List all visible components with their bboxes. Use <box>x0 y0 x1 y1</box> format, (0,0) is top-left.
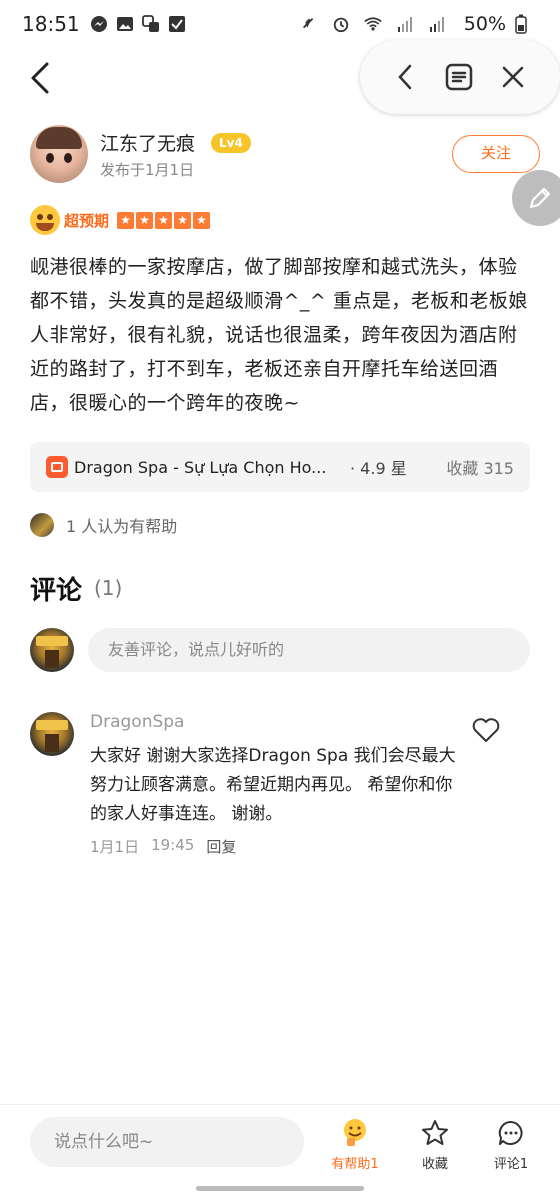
comment-bubble-icon <box>498 1120 523 1145</box>
rating-label: 超预期 <box>64 211 110 230</box>
shop-card[interactable]: Dragon Spa - Sự Lựa Chọn Ho... · 4.9 星 收… <box>30 442 530 492</box>
comment-button[interactable]: 评论1 <box>476 1117 546 1173</box>
comment-time: 19:45 <box>151 836 195 854</box>
star-icon: ★ <box>193 211 211 229</box>
follow-button[interactable]: 关注 <box>452 135 540 173</box>
close-icon <box>502 66 524 88</box>
wifi-icon <box>364 15 382 33</box>
comment-label: 评论1 <box>493 1157 529 1172</box>
comments-title: 评论 <box>30 576 83 606</box>
shop-name: Dragon Spa - Sự Lựa Chọn Ho... <box>74 457 327 477</box>
author-avatar[interactable] <box>30 125 88 183</box>
chevron-left-icon <box>398 64 412 90</box>
comment-author[interactable]: DragonSpa <box>90 712 184 732</box>
signal-icon-2 <box>428 15 446 33</box>
pencil-icon <box>529 187 551 209</box>
shop-favorites: 收藏 315 <box>446 459 514 478</box>
checkbox-icon <box>168 15 186 33</box>
home-indicator[interactable] <box>196 1186 364 1191</box>
star-icon: ★ <box>117 211 135 229</box>
translate-icon <box>141 15 160 33</box>
close-button[interactable] <box>495 59 531 95</box>
post-date: 发布于1月1日 <box>100 161 195 179</box>
gallery-icon <box>116 15 134 33</box>
comment-meta: 1月1日 19:45 回复 <box>90 836 236 857</box>
reader-mode-button[interactable] <box>441 59 477 95</box>
status-right: 50% <box>300 13 538 35</box>
signal-icon-1 <box>396 15 414 33</box>
back-button[interactable] <box>22 58 58 98</box>
favorite-label: 收藏 <box>421 1157 448 1172</box>
level-badge: Lv4 <box>211 133 251 153</box>
author-name[interactable]: 江东了无痕 <box>100 129 195 156</box>
user-avatar <box>30 628 74 672</box>
bottom-comment-input[interactable]: 说点什么吧~ <box>30 1117 304 1167</box>
toolbar-back-button[interactable] <box>387 59 423 95</box>
star-rating: ★ ★ ★ ★ ★ <box>117 211 211 229</box>
messenger-icon <box>90 15 108 33</box>
comment-date: 1月1日 <box>90 838 140 856</box>
thumbs-up-emoji-icon <box>344 1119 366 1146</box>
alarm-icon <box>332 15 350 33</box>
battery-percent: 50% <box>463 13 506 35</box>
helpful-count-text: 1 人认为有帮助 <box>66 517 178 536</box>
comment-input[interactable]: 友善评论，说点儿好听的 <box>88 628 530 672</box>
status-time: 18:51 <box>22 12 80 36</box>
heart-icon <box>472 718 500 742</box>
helpful-label: 有帮助1 <box>331 1157 379 1172</box>
floating-toolbar <box>360 40 560 114</box>
rating-row: 超预期 ★ ★ ★ ★ ★ <box>30 204 211 236</box>
shop-rating: · 4.9 星 <box>350 459 407 478</box>
comment-input-row: 友善评论，说点儿好听的 <box>30 628 530 672</box>
helpful-row: 1 人认为有帮助 <box>30 512 177 538</box>
helpful-button[interactable]: 有帮助1 <box>320 1117 390 1173</box>
chevron-left-icon <box>31 62 49 94</box>
review-text: 岘港很棒的一家按摩店，做了脚部按摩和越式洗头，体验都不错，头发真的是超级顺滑^_… <box>30 256 528 414</box>
edit-button[interactable] <box>512 170 560 226</box>
reply-button[interactable]: 回复 <box>206 836 236 857</box>
like-button[interactable] <box>470 714 502 746</box>
document-icon <box>445 63 473 91</box>
comments-count: (1) <box>94 576 123 600</box>
star-outline-icon <box>422 1120 448 1145</box>
author-header: 江东了无痕 Lv4 发布于1月1日 关注 <box>30 125 540 185</box>
comment-text: 大家好 谢谢大家选择Dragon Spa 我们会尽最大努力让顾客满意。希望近期内… <box>90 746 456 824</box>
helper-avatar <box>30 513 54 537</box>
battery-icon <box>512 14 530 34</box>
star-icon: ★ <box>174 211 192 229</box>
delighted-emoji-icon <box>30 205 60 235</box>
mute-icon <box>300 15 318 33</box>
shop-icon <box>46 456 68 478</box>
star-icon: ★ <box>155 211 173 229</box>
favorite-button[interactable]: 收藏 <box>400 1117 470 1173</box>
star-icon: ★ <box>136 211 154 229</box>
commenter-avatar[interactable] <box>30 712 74 756</box>
